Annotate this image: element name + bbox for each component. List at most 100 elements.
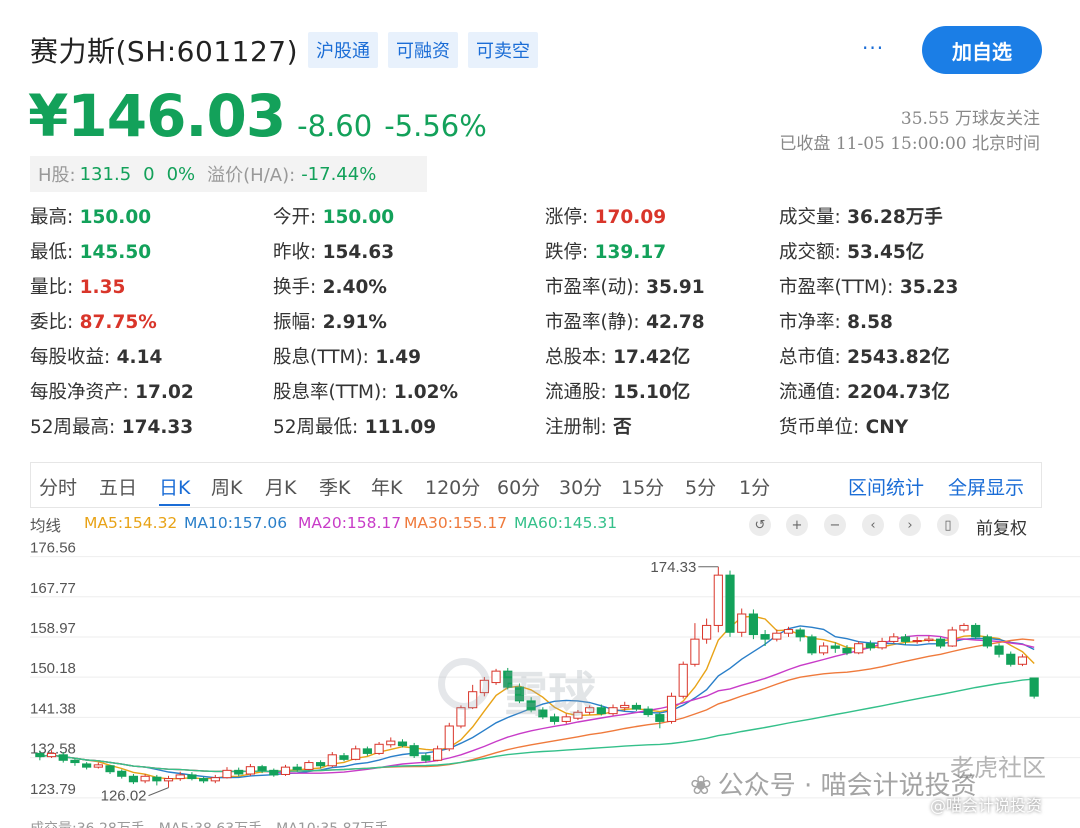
candle[interactable] (971, 623, 981, 640)
stat-label: 流通值: (779, 382, 841, 403)
candle[interactable] (128, 774, 139, 785)
candle-body (830, 645, 840, 649)
candle[interactable] (994, 643, 1004, 658)
candle[interactable] (1006, 651, 1016, 667)
candle[interactable] (444, 722, 454, 752)
candle[interactable] (748, 609, 759, 640)
fullscreen-link[interactable]: 全屏显示 (948, 473, 1024, 500)
candle[interactable] (982, 634, 992, 649)
candle[interactable] (187, 772, 197, 781)
tab-period[interactable]: 五日 (99, 473, 137, 500)
candle[interactable] (210, 774, 220, 784)
candle[interactable] (947, 626, 957, 647)
candle[interactable] (889, 633, 899, 644)
tab-period[interactable]: 5分 (685, 473, 716, 500)
tag-short-sell[interactable]: 可卖空 (468, 32, 538, 68)
candle[interactable] (105, 764, 115, 774)
tab-period[interactable]: 周K (211, 473, 242, 500)
candle[interactable] (491, 668, 501, 685)
tab-period[interactable]: 年K (371, 473, 402, 500)
tag-shanghai-connect[interactable]: 沪股通 (308, 32, 378, 68)
add-watchlist-button[interactable]: 加自选 (922, 26, 1042, 74)
candle[interactable] (1017, 654, 1028, 667)
chevron-right-icon[interactable]: › (899, 514, 921, 536)
candle[interactable] (386, 737, 396, 748)
candle[interactable] (959, 623, 969, 633)
price-row: ¥146.03 -8.60 -5.56% (28, 82, 487, 150)
candle-body (994, 645, 1004, 655)
candle[interactable] (737, 608, 747, 637)
tab-period[interactable]: 季K (319, 473, 350, 500)
range-stats-link[interactable]: 区间统计 (848, 473, 924, 500)
candle[interactable] (666, 692, 677, 724)
candle[interactable] (432, 745, 443, 762)
candle[interactable] (82, 762, 92, 770)
tab-period[interactable]: 日K (159, 473, 191, 506)
stat-item: 委比: 87.75% (30, 308, 157, 334)
candle[interactable] (199, 776, 209, 784)
candle-body (257, 766, 267, 771)
hshare-bar[interactable]: H股: 131.5 0 0% 溢价(H/A): -17.44% (30, 156, 427, 192)
candle[interactable] (245, 763, 256, 776)
tab-period[interactable]: 120分 (425, 473, 480, 500)
candle[interactable] (935, 636, 946, 649)
stat-item: 成交额: 53.45亿 (779, 238, 924, 264)
candle[interactable] (760, 630, 770, 646)
adjust-mode-select[interactable]: 前复权 (976, 514, 1027, 539)
tab-period[interactable]: 1分 (739, 473, 770, 500)
tab-period[interactable]: 30分 (559, 473, 602, 500)
candle[interactable] (234, 767, 244, 777)
tab-period[interactable]: 15分 (621, 473, 664, 500)
stat-label: 市盈率(动): (545, 277, 640, 298)
stat-value: 2.40% (316, 277, 387, 298)
candle[interactable] (795, 627, 805, 642)
candle[interactable] (351, 745, 361, 761)
tab-period[interactable]: 60分 (497, 473, 540, 500)
candle[interactable] (877, 637, 887, 650)
candle[interactable] (772, 629, 782, 642)
candle-body (152, 776, 162, 782)
candle[interactable] (222, 767, 232, 779)
followers-count: 35.55 万球友关注 (900, 109, 1040, 129)
candle[interactable] (655, 712, 665, 729)
candle[interactable] (725, 570, 735, 637)
candle[interactable] (93, 762, 103, 769)
candle[interactable] (643, 706, 653, 717)
candle[interactable] (409, 742, 419, 758)
undo-icon[interactable]: ↺ (749, 514, 771, 536)
candle[interactable] (807, 634, 817, 656)
candle[interactable] (690, 623, 700, 667)
candle[interactable] (327, 752, 337, 768)
candle[interactable] (163, 775, 174, 788)
candle[interactable] (1029, 677, 1039, 699)
tab-period[interactable]: 月K (265, 473, 296, 500)
candle[interactable] (362, 746, 372, 756)
stat-label: 换手: (273, 277, 317, 298)
candle[interactable] (702, 618, 712, 644)
candle[interactable] (117, 769, 127, 779)
candle-body (105, 765, 115, 773)
hshare-change: 0 (143, 163, 155, 185)
candle[interactable] (678, 661, 688, 699)
candle[interactable] (374, 742, 384, 755)
candle[interactable] (854, 641, 864, 655)
more-icon[interactable]: ··· (862, 36, 884, 60)
stat-label: 总市值: (779, 347, 841, 368)
candle[interactable] (713, 566, 723, 633)
zoom-in-icon[interactable]: + (786, 514, 808, 536)
candle-body (163, 778, 174, 782)
zoom-out-icon[interactable]: − (824, 514, 846, 536)
candle[interactable] (280, 764, 291, 776)
tab-period[interactable]: 分时 (39, 473, 77, 500)
candle-body (678, 663, 688, 697)
candle[interactable] (397, 739, 408, 748)
candle[interactable] (304, 760, 314, 771)
tag-margin[interactable]: 可融资 (388, 32, 458, 68)
chevron-left-icon[interactable]: ‹ (862, 514, 884, 536)
candle[interactable] (608, 704, 618, 716)
candle[interactable] (912, 636, 922, 644)
candle[interactable] (70, 758, 80, 766)
candle[interactable] (818, 642, 829, 656)
candle[interactable] (339, 752, 349, 762)
candle-type-icon[interactable]: ▯ (937, 514, 959, 536)
